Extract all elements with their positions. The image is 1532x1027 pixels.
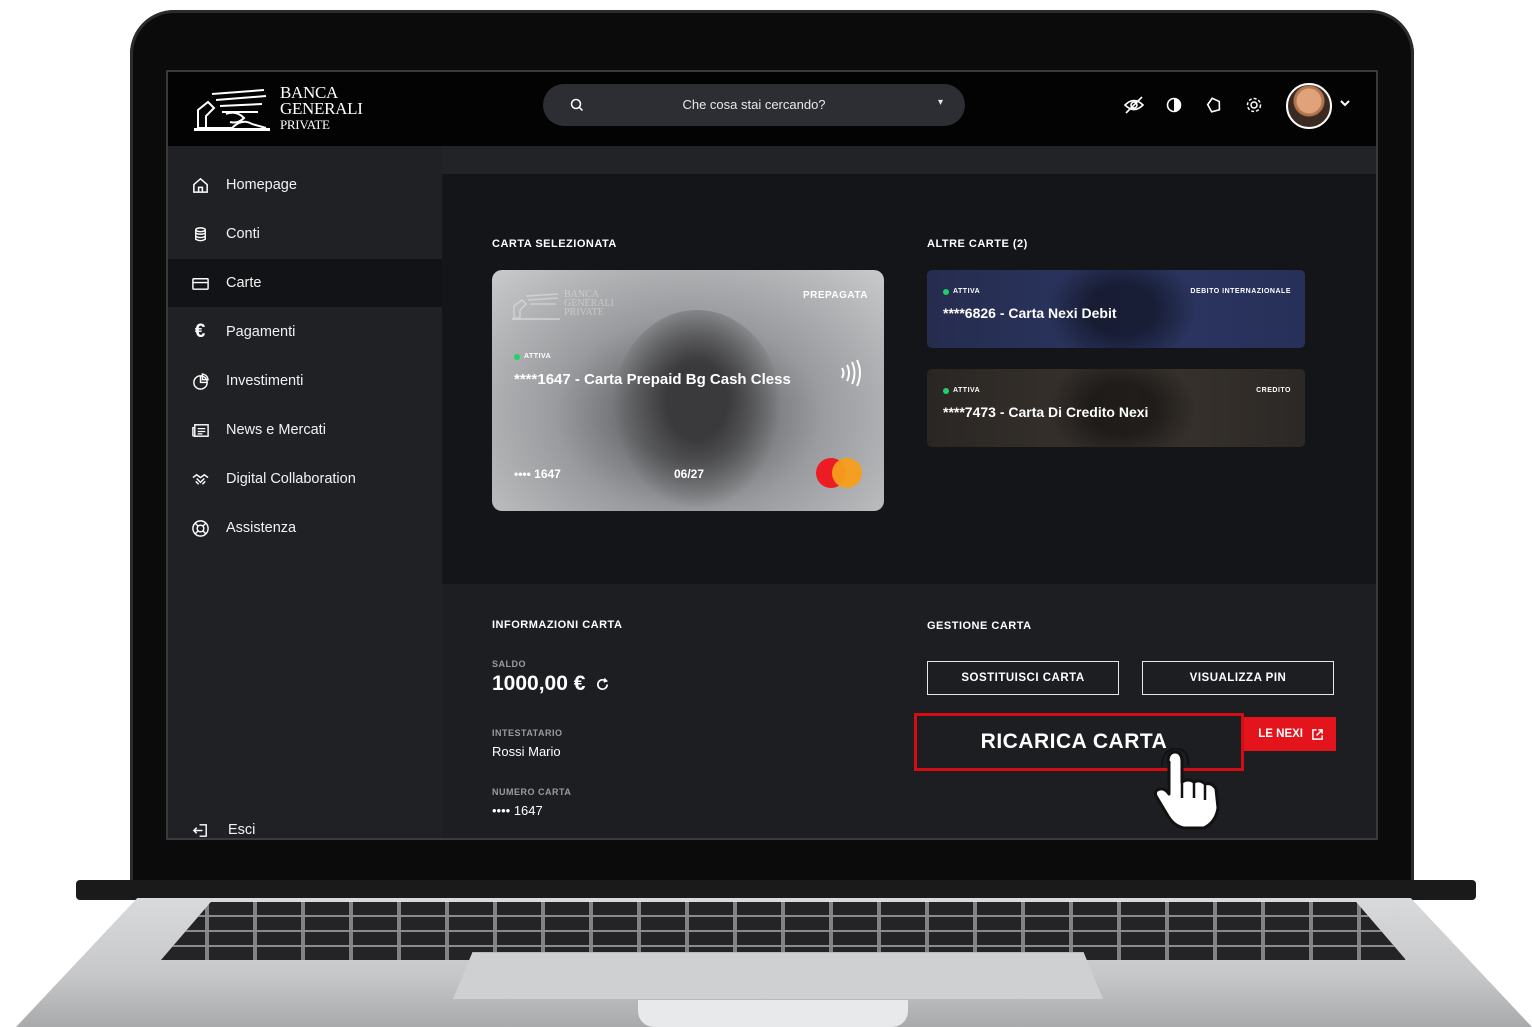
sidebar-item-label: Pagamenti [226, 324, 296, 340]
gear-icon[interactable] [1243, 94, 1265, 116]
laptop-front-notch [638, 1000, 908, 1027]
balance-row: 1000,00 € [492, 672, 610, 696]
bank-logo-text: BANCA GENERALI PRIVATE [280, 84, 363, 133]
sidebar-item-label: Carte [226, 275, 262, 291]
card-expiry: 06/27 [674, 467, 705, 481]
sidebar-item-label: News e Mercati [226, 422, 326, 438]
other-card-credit[interactable]: ATTIVA CREDITO ****7473 - Carta Di Credi… [927, 369, 1305, 447]
chevron-down-icon[interactable] [1338, 96, 1352, 110]
card-info-title: INFORMAZIONI CARTA [492, 619, 623, 631]
laptop-keyboard-rows [161, 902, 1406, 960]
bell-icon[interactable] [1203, 94, 1225, 116]
sidebar-item-pagamenti[interactable]: € Pagamenti [168, 308, 442, 356]
laptop-trackpad [453, 952, 1103, 999]
eye-off-icon[interactable] [1123, 94, 1145, 116]
topbar-icon-group [1123, 94, 1265, 116]
balance-label: SALDO [492, 659, 526, 669]
holder-value: Rossi Mario [492, 744, 561, 759]
coins-icon [190, 224, 210, 244]
lifebuoy-icon [190, 518, 210, 538]
logo-line-2: GENERALI [280, 99, 363, 118]
handshake-icon [190, 469, 210, 489]
sidebar-item-label: Digital Collaboration [226, 471, 356, 487]
other-cards-title: ALTRE CARTE (2) [927, 238, 1028, 250]
card-number-value: •••• 1647 [492, 803, 543, 818]
show-pin-button[interactable]: VISUALIZZA PIN [1142, 661, 1334, 695]
pointer-hand-icon [1154, 748, 1220, 830]
newspaper-icon [190, 420, 210, 440]
logo-line-3: PRIVATE [280, 117, 330, 132]
sidebar-item-homepage[interactable]: Homepage [168, 161, 442, 209]
status-dot [943, 387, 949, 394]
contactless-icon [841, 359, 861, 387]
sidebar-item-conti[interactable]: Conti [168, 210, 442, 258]
sidebar-item-label: Conti [226, 226, 260, 242]
home-icon [190, 175, 210, 195]
selected-card[interactable]: BANCA GENERALI PRIVATE PREPAGATA ATTIVA … [492, 270, 884, 511]
laptop-hinge [76, 880, 1476, 900]
search-bar[interactable]: Che cosa stai cercando? ▾ [543, 84, 965, 126]
mastercard-logo-icon [816, 458, 862, 488]
sidebar-item-carte[interactable]: Carte [168, 259, 442, 307]
sidebar-item-digital-collaboration[interactable]: Digital Collaboration [168, 455, 442, 503]
sidebar-item-label: Homepage [226, 177, 297, 193]
holder-label: INTESTATARIO [492, 728, 563, 738]
card-status: ATTIVA [514, 353, 551, 360]
card-icon [190, 273, 210, 293]
card-type-label: PREPAGATA [802, 290, 868, 301]
sidebar-item-news[interactable]: News e Mercati [168, 406, 442, 454]
sidebar-item-label: Investimenti [226, 373, 304, 389]
laptop-base [16, 880, 1532, 1027]
caret-down-icon[interactable]: ▾ [938, 97, 943, 108]
card-type-label: CREDITO [1256, 387, 1291, 394]
card-name: ****7473 - Carta Di Credito Nexi [943, 404, 1149, 420]
logout-label: Esci [228, 822, 256, 838]
lion-logo-icon [194, 89, 270, 131]
replace-card-button[interactable]: SOSTITUISCI CARTA [927, 661, 1119, 695]
selected-card-title: CARTA SELEZIONATA [492, 238, 617, 250]
card-name: ****6826 - Carta Nexi Debit [943, 305, 1117, 321]
card-logo-line-3: PRIVATE [564, 307, 604, 318]
logout-button[interactable]: Esci [168, 819, 256, 839]
card-masked-number: •••• 1647 [514, 467, 561, 481]
external-link-icon [1312, 728, 1323, 740]
sidebar-item-assistenza[interactable]: Assistenza [168, 504, 442, 552]
app-screen: BANCA GENERALI PRIVATE Che cosa stai cer… [166, 70, 1378, 840]
euro-icon: € [194, 321, 206, 342]
bank-logo[interactable]: BANCA GENERALI PRIVATE [192, 84, 363, 134]
top-bar: BANCA GENERALI PRIVATE Che cosa stai cer… [168, 72, 1376, 146]
refresh-icon[interactable] [595, 677, 610, 692]
contrast-icon[interactable] [1163, 94, 1185, 116]
main-top-strip [442, 146, 1376, 174]
card-status: ATTIVA [943, 288, 980, 295]
card-name: ****1647 - Carta Prepaid Bg Cash Cless [514, 371, 791, 388]
card-status: ATTIVA [943, 387, 980, 394]
sidebar-item-label: Assistenza [226, 520, 297, 536]
card-number-label: NUMERO CARTA [492, 787, 572, 797]
card-bank-logo: BANCA GENERALI PRIVATE [512, 290, 632, 322]
logout-icon [190, 821, 210, 839]
status-text: ATTIVA [524, 353, 552, 360]
balance-value: 1000,00 € [492, 672, 586, 695]
status-text: ATTIVA [953, 288, 981, 295]
status-text: ATTIVA [953, 387, 981, 394]
pie-chart-icon [190, 371, 210, 391]
status-dot [943, 288, 949, 295]
user-avatar[interactable] [1286, 83, 1332, 129]
status-dot [514, 353, 520, 360]
other-card-debit[interactable]: ATTIVA DEBITO INTERNAZIONALE ****6826 - … [927, 270, 1305, 348]
search-placeholder: Che cosa stai cercando? [682, 97, 826, 112]
sidebar-item-investimenti[interactable]: Investimenti [168, 357, 442, 405]
nexi-button-label: LE NEXI [1258, 728, 1303, 740]
card-management-title: GESTIONE CARTA [927, 620, 1032, 632]
sidebar: Homepage Conti Carte € Pagamenti Investi… [168, 146, 442, 839]
card-type-label: DEBITO INTERNAZIONALE [1190, 288, 1291, 295]
